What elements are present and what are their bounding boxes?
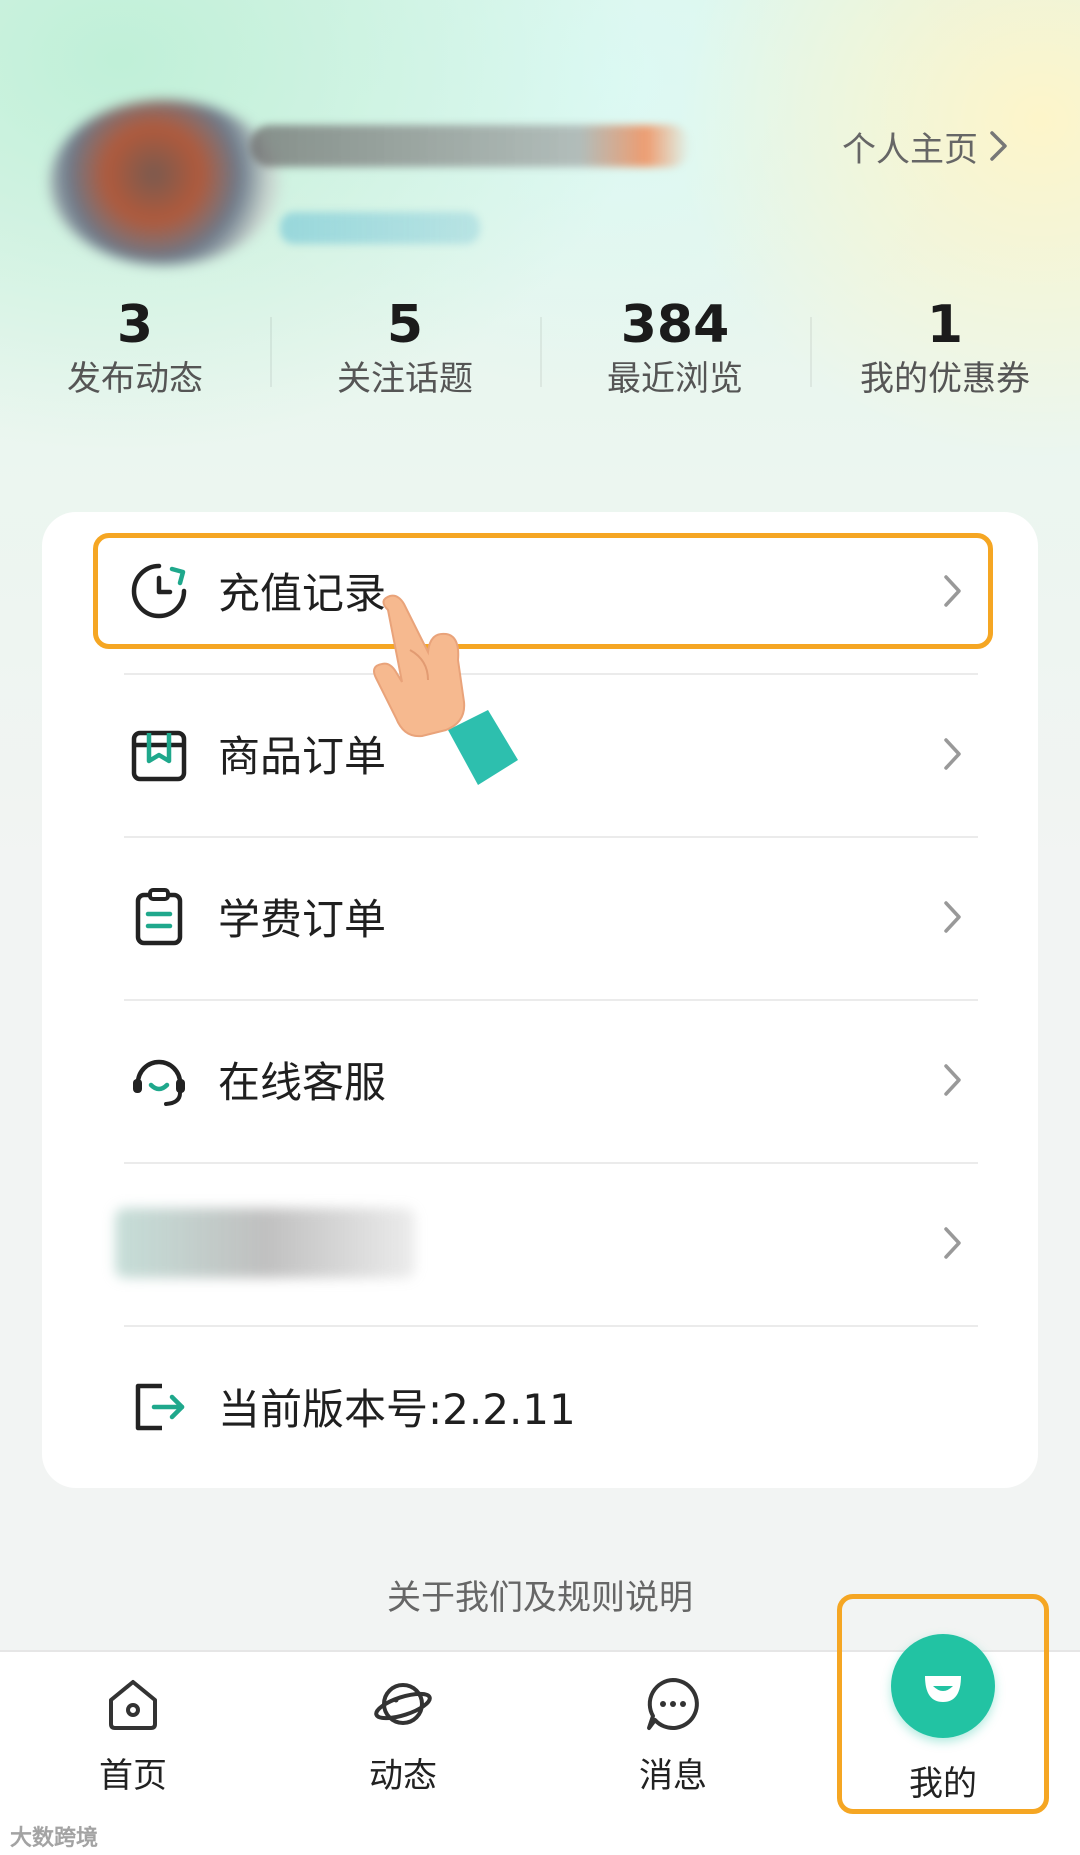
clipboard-list-icon: [135, 887, 183, 945]
menu-item-label: 商品订单: [218, 732, 387, 781]
stat-label: 我的优惠券: [860, 359, 1030, 399]
profile-smile-icon: [891, 1634, 995, 1738]
nav-label: 我的: [909, 1764, 977, 1804]
stat-value: 3: [116, 295, 154, 355]
chevron-right-icon: [944, 574, 961, 607]
nav-item-messages[interactable]: 消息: [573, 1652, 773, 1832]
menu-item-label: 学费订单: [218, 895, 387, 944]
stats-row: 3 发布动态 5 关注话题 384 最近浏览 1 我的优惠券: [0, 295, 1080, 410]
nav-item-me[interactable]: 我的: [843, 1634, 1043, 1832]
menu-item-label: 充值记录: [218, 569, 387, 618]
bottom-nav-bar: 首页 动态 消息 我的: [0, 1634, 1080, 1855]
menu-item-tuition-orders[interactable]: 学费订单: [82, 835, 978, 998]
stat-topics[interactable]: 5 关注话题: [270, 295, 540, 410]
stat-value: 1: [926, 295, 964, 355]
pointing-hand-icon: [373, 594, 518, 785]
watermark: 大数跨境: [10, 1825, 99, 1850]
chevron-right-icon: [944, 1226, 961, 1259]
version-label: 当前版本号:2.2.11: [218, 1385, 576, 1434]
user-subtitle-blurred: [280, 212, 480, 244]
clock-history-icon: [131, 563, 187, 618]
chat-bubble-icon: [647, 1678, 699, 1730]
logout-arrow-icon: [135, 1383, 185, 1430]
headset-icon: [133, 1059, 185, 1106]
avatar[interactable]: [50, 100, 280, 265]
menu-item-recharge-records[interactable]: 充值记录: [82, 509, 978, 672]
nav-item-feed[interactable]: 动态: [303, 1652, 503, 1832]
shopping-bag-icon: [131, 730, 187, 781]
menu-item-label: 在线客服: [218, 1058, 387, 1107]
personal-homepage-label: 个人主页: [842, 129, 978, 170]
stat-value: 5: [386, 295, 424, 355]
menu-item-online-support[interactable]: 在线客服: [82, 998, 978, 1161]
profile-header: 个人主页 3 发布动态 5 关注话题 384 最近浏览 1 我的优惠券: [0, 0, 1080, 440]
personal-homepage-link[interactable]: 个人主页: [842, 122, 1010, 170]
chevron-right-icon: [944, 737, 961, 770]
about-link[interactable]: 关于我们及规则说明: [0, 1570, 1080, 1619]
chevron-right-icon: [944, 1063, 961, 1096]
nav-item-home[interactable]: 首页: [33, 1652, 233, 1832]
stat-value: 384: [620, 295, 730, 355]
stat-recent-views[interactable]: 384 最近浏览: [540, 295, 810, 410]
planet-icon: [374, 1683, 432, 1725]
stat-coupons[interactable]: 1 我的优惠券: [810, 295, 1080, 410]
home-icon: [109, 1680, 157, 1730]
stat-label: 关注话题: [337, 359, 473, 399]
menu-item-version: 当前版本号:2.2.11: [82, 1325, 978, 1488]
chevron-right-icon: [944, 900, 961, 933]
stat-label: 最近浏览: [607, 359, 743, 399]
chevron-right-icon: [990, 131, 1007, 161]
nav-label: 消息: [639, 1756, 707, 1796]
stat-label: 发布动态: [67, 359, 203, 399]
blurred-menu-content: [115, 1208, 415, 1278]
stat-posts[interactable]: 3 发布动态: [0, 295, 270, 410]
menu-item-product-orders[interactable]: 商品订单: [82, 672, 978, 835]
username-blurred: [250, 125, 690, 167]
nav-label: 首页: [99, 1756, 167, 1796]
nav-label: 动态: [369, 1756, 437, 1796]
